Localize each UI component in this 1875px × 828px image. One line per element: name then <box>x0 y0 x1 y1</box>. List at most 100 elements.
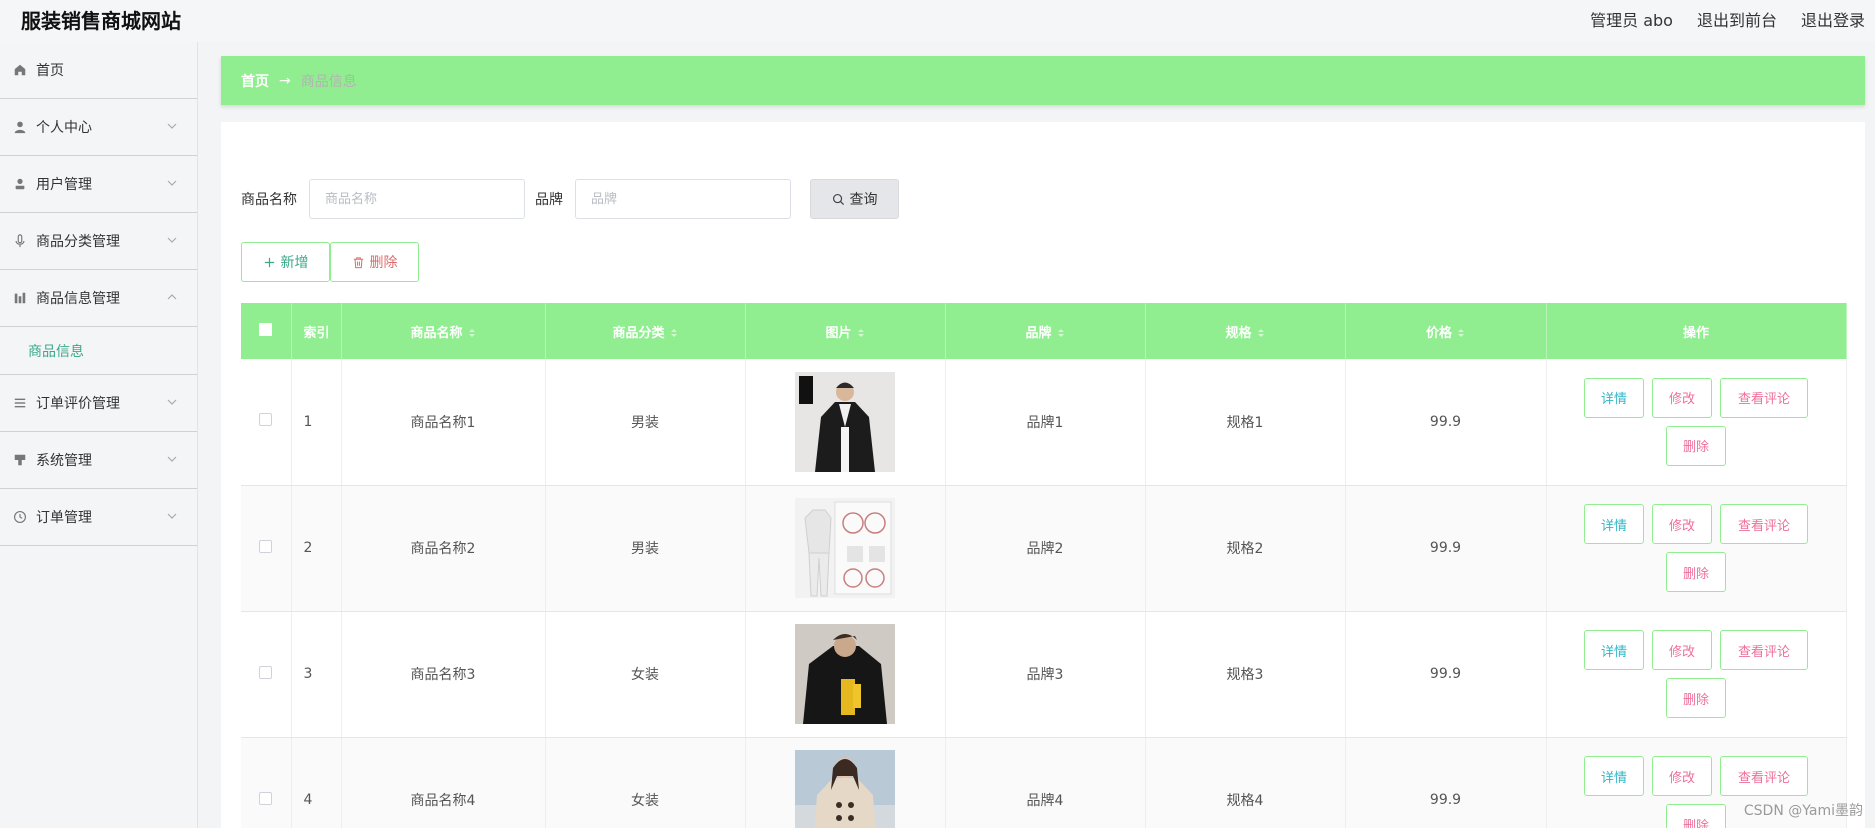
product-name-input[interactable] <box>309 179 525 219</box>
cell-brand: 品牌3 <box>945 611 1146 738</box>
header-price[interactable]: 价格 <box>1345 303 1547 359</box>
user-manage-icon <box>12 176 28 192</box>
watermark: CSDN @Yami墨韵 <box>1743 803 1863 819</box>
chart-icon <box>12 290 28 306</box>
detail-button[interactable]: 详情 <box>1584 756 1644 796</box>
row-checkbox[interactable] <box>259 665 273 679</box>
cell-price: 99.9 <box>1345 359 1547 486</box>
microphone-icon <box>12 233 28 249</box>
product-name-label: 商品名称 <box>241 192 297 208</box>
add-button[interactable]: 新增 <box>241 242 330 282</box>
sidebar-subitem-product-info[interactable]: 商品信息 <box>0 327 197 375</box>
sidebar-item-label: 商品分类管理 <box>36 234 120 250</box>
sidebar-item-system[interactable]: 系统管理 <box>0 432 197 489</box>
sort-icon <box>1257 329 1264 337</box>
cell-index: 3 <box>291 611 342 738</box>
cell-name: 商品名称3 <box>341 611 546 738</box>
cell-index: 4 <box>291 737 342 828</box>
chevron-down-icon <box>167 237 177 243</box>
row-checkbox[interactable] <box>259 539 273 553</box>
sidebar-item-product-info[interactable]: 商品信息管理 <box>0 270 197 327</box>
view-reviews-button[interactable]: 查看评论 <box>1720 377 1808 418</box>
detail-button[interactable]: 详情 <box>1584 377 1644 418</box>
breadcrumb-current: 商品信息 <box>300 73 357 90</box>
edit-button[interactable]: 修改 <box>1652 504 1712 544</box>
plus-icon <box>264 257 274 267</box>
header-brand-label: 品牌 <box>1025 325 1052 341</box>
site-title: 服装销售商城网站 <box>21 9 181 33</box>
header-brand[interactable]: 品牌 <box>945 303 1146 359</box>
sidebar-item-orders[interactable]: 订单管理 <box>0 489 197 546</box>
sidebar: 首页 个人中心 用户管理 商品分类管理 商品信息管理 商品信息 订单评价管理 系… <box>0 42 198 828</box>
sidebar-item-users[interactable]: 用户管理 <box>0 156 197 213</box>
chevron-down-icon <box>167 399 177 405</box>
edit-button[interactable]: 修改 <box>1652 377 1712 418</box>
detail-button[interactable]: 详情 <box>1584 630 1644 670</box>
logout-link[interactable]: 退出登录 <box>1801 7 1865 31</box>
breadcrumb-home[interactable]: 首页 <box>241 71 269 91</box>
row-checkbox[interactable] <box>259 791 273 805</box>
cell-brand: 品牌4 <box>945 737 1146 828</box>
header-image[interactable]: 图片 <box>745 303 946 359</box>
table-row: 4 商品名称4 女装 品牌4 规格4 99.9 详情 修改 查看评论 删除 <box>241 737 1847 828</box>
cell-spec: 规格3 <box>1145 611 1346 738</box>
view-reviews-button[interactable]: 查看评论 <box>1720 630 1808 670</box>
sort-icon <box>857 329 864 337</box>
clock-icon <box>12 509 28 525</box>
header-spec-label: 规格 <box>1225 325 1252 341</box>
detail-button[interactable]: 详情 <box>1584 504 1644 544</box>
table-row: 1 商品名称1 男装 品牌1 规格1 99.9 详情 修改 查看评论 删除 <box>241 359 1847 486</box>
sidebar-item-label: 个人中心 <box>36 120 92 136</box>
delete-button[interactable]: 删除 <box>1666 425 1726 466</box>
header-category[interactable]: 商品分类 <box>545 303 746 359</box>
row-checkbox[interactable] <box>259 413 273 427</box>
cell-category: 女装 <box>545 611 746 738</box>
view-reviews-button[interactable]: 查看评论 <box>1720 504 1808 544</box>
sidebar-item-label: 商品信息管理 <box>36 291 120 307</box>
top-header: 服装销售商城网站 管理员 abo 退出到前台 退出登录 <box>0 0 1875 42</box>
cell-image <box>745 611 946 738</box>
delete-button[interactable]: 删除 <box>1666 678 1726 718</box>
cell-name: 商品名称4 <box>341 737 546 828</box>
edit-button[interactable]: 修改 <box>1652 756 1712 796</box>
content-panel: 商品名称 品牌 查询 新增 删除 <box>221 122 1865 828</box>
search-icon <box>832 193 844 205</box>
brand-input[interactable] <box>575 179 791 219</box>
select-all-cell <box>241 303 292 359</box>
cell-price: 99.9 <box>1345 485 1547 612</box>
header-name[interactable]: 商品名称 <box>341 303 546 359</box>
batch-delete-button[interactable]: 删除 <box>330 242 419 282</box>
sidebar-item-category[interactable]: 商品分类管理 <box>0 213 197 270</box>
trash-icon <box>353 256 363 268</box>
sidebar-item-order-review[interactable]: 订单评价管理 <box>0 375 197 432</box>
table-row: 2 商品名称2 男装 品牌2 规格2 99.9 详情 修改 查看评论 删除 <box>241 485 1847 612</box>
sort-icon <box>468 329 475 337</box>
sidebar-item-profile[interactable]: 个人中心 <box>0 99 197 156</box>
cell-name: 商品名称1 <box>341 359 546 486</box>
brand-label: 品牌 <box>535 192 563 208</box>
add-button-label: 新增 <box>280 255 309 271</box>
delete-button[interactable]: 删除 <box>1666 804 1726 828</box>
sidebar-item-label: 首页 <box>36 63 64 79</box>
back-to-front-link[interactable]: 退出到前台 <box>1697 7 1777 31</box>
query-button[interactable]: 查询 <box>810 179 899 219</box>
list-icon <box>12 395 28 411</box>
sidebar-item-label: 用户管理 <box>36 177 92 193</box>
home-icon <box>12 62 28 78</box>
cell-ops: 详情 修改 查看评论 删除 <box>1546 611 1847 738</box>
delete-button[interactable]: 删除 <box>1666 552 1726 592</box>
sort-icon <box>670 329 677 337</box>
table-header-row: 索引 商品名称 商品分类 图片 品牌 规格 价格 操作 <box>241 303 1847 359</box>
header-category-label: 商品分类 <box>612 325 665 341</box>
view-reviews-button[interactable]: 查看评论 <box>1720 756 1808 796</box>
cell-index: 2 <box>291 485 342 612</box>
select-all-checkbox[interactable] <box>259 322 273 336</box>
cell-category: 男装 <box>545 359 746 486</box>
edit-button[interactable]: 修改 <box>1652 630 1712 670</box>
sidebar-item-label: 订单管理 <box>36 510 92 526</box>
sidebar-item-home[interactable]: 首页 <box>0 42 197 99</box>
sidebar-item-label: 订单评价管理 <box>36 396 120 412</box>
header-spec[interactable]: 规格 <box>1145 303 1346 359</box>
header-name-label: 商品名称 <box>410 325 463 341</box>
header-index: 索引 <box>291 303 342 359</box>
